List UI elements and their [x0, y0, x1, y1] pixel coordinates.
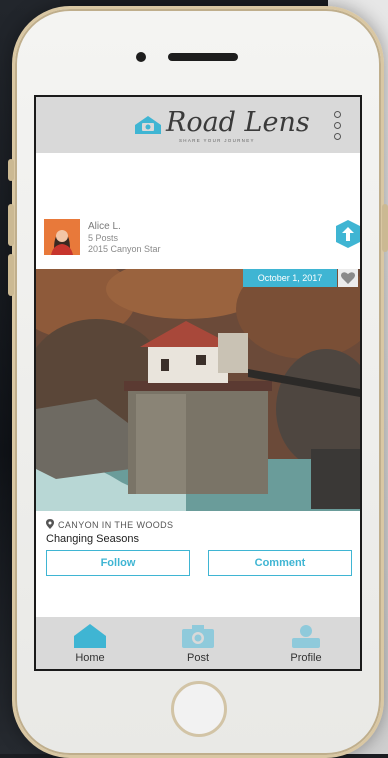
- profile-icon: [292, 625, 320, 648]
- app-logo: Road Lens: [166, 107, 310, 138]
- location-text: CANYON IN THE WOODS: [58, 520, 174, 530]
- nav-post[interactable]: Post: [144, 617, 252, 669]
- avatar-icon: [44, 219, 80, 255]
- avatar[interactable]: [44, 219, 80, 255]
- phone-speaker: [168, 53, 238, 61]
- post-date-badge: October 1, 2017: [243, 269, 337, 287]
- share-arrow-icon[interactable]: [334, 219, 362, 249]
- heart-icon: [341, 272, 355, 284]
- logo-house-icon: [135, 116, 161, 134]
- nav-home-label: Home: [75, 652, 105, 664]
- app-header: Road Lens SHARE YOUR JOURNEY: [36, 97, 360, 153]
- post-author: Alice L. 5 Posts 2015 Canyon Star: [44, 219, 360, 259]
- kebab-menu-icon[interactable]: [334, 111, 344, 147]
- camera-icon: [182, 625, 214, 648]
- phone-volume-down: [8, 254, 14, 296]
- phone-volume-up: [8, 204, 14, 246]
- phone-home-button[interactable]: [171, 681, 227, 737]
- location-pin-icon: [46, 519, 54, 529]
- canyon-house-photo: [36, 269, 360, 511]
- house-icon: [74, 624, 106, 648]
- nav-home[interactable]: Home: [36, 617, 144, 669]
- author-rank: 2015 Canyon Star: [88, 244, 161, 254]
- nav-post-label: Post: [186, 652, 209, 664]
- bottom-navigation: Home Post Profile: [36, 617, 360, 669]
- post-location: CANYON IN THE WOODS: [46, 519, 173, 530]
- app-tagline: SHARE YOUR JOURNEY: [179, 138, 255, 143]
- post-photo[interactable]: [36, 269, 360, 511]
- phone-mute-switch: [8, 159, 14, 181]
- author-post-count: 5 Posts: [88, 233, 119, 243]
- phone-power-button: [382, 204, 388, 252]
- nav-profile-label: Profile: [290, 652, 322, 664]
- nav-profile[interactable]: Profile: [252, 617, 360, 669]
- comment-button[interactable]: Comment: [208, 550, 352, 576]
- post-caption: Changing Seasons: [46, 533, 139, 545]
- app-screen: Road Lens SHARE YOUR JOURNEY Alice L. 5 …: [34, 95, 362, 671]
- phone-camera: [136, 52, 146, 62]
- favorite-button[interactable]: [338, 269, 358, 287]
- follow-button[interactable]: Follow: [46, 550, 190, 576]
- author-name[interactable]: Alice L.: [88, 221, 121, 232]
